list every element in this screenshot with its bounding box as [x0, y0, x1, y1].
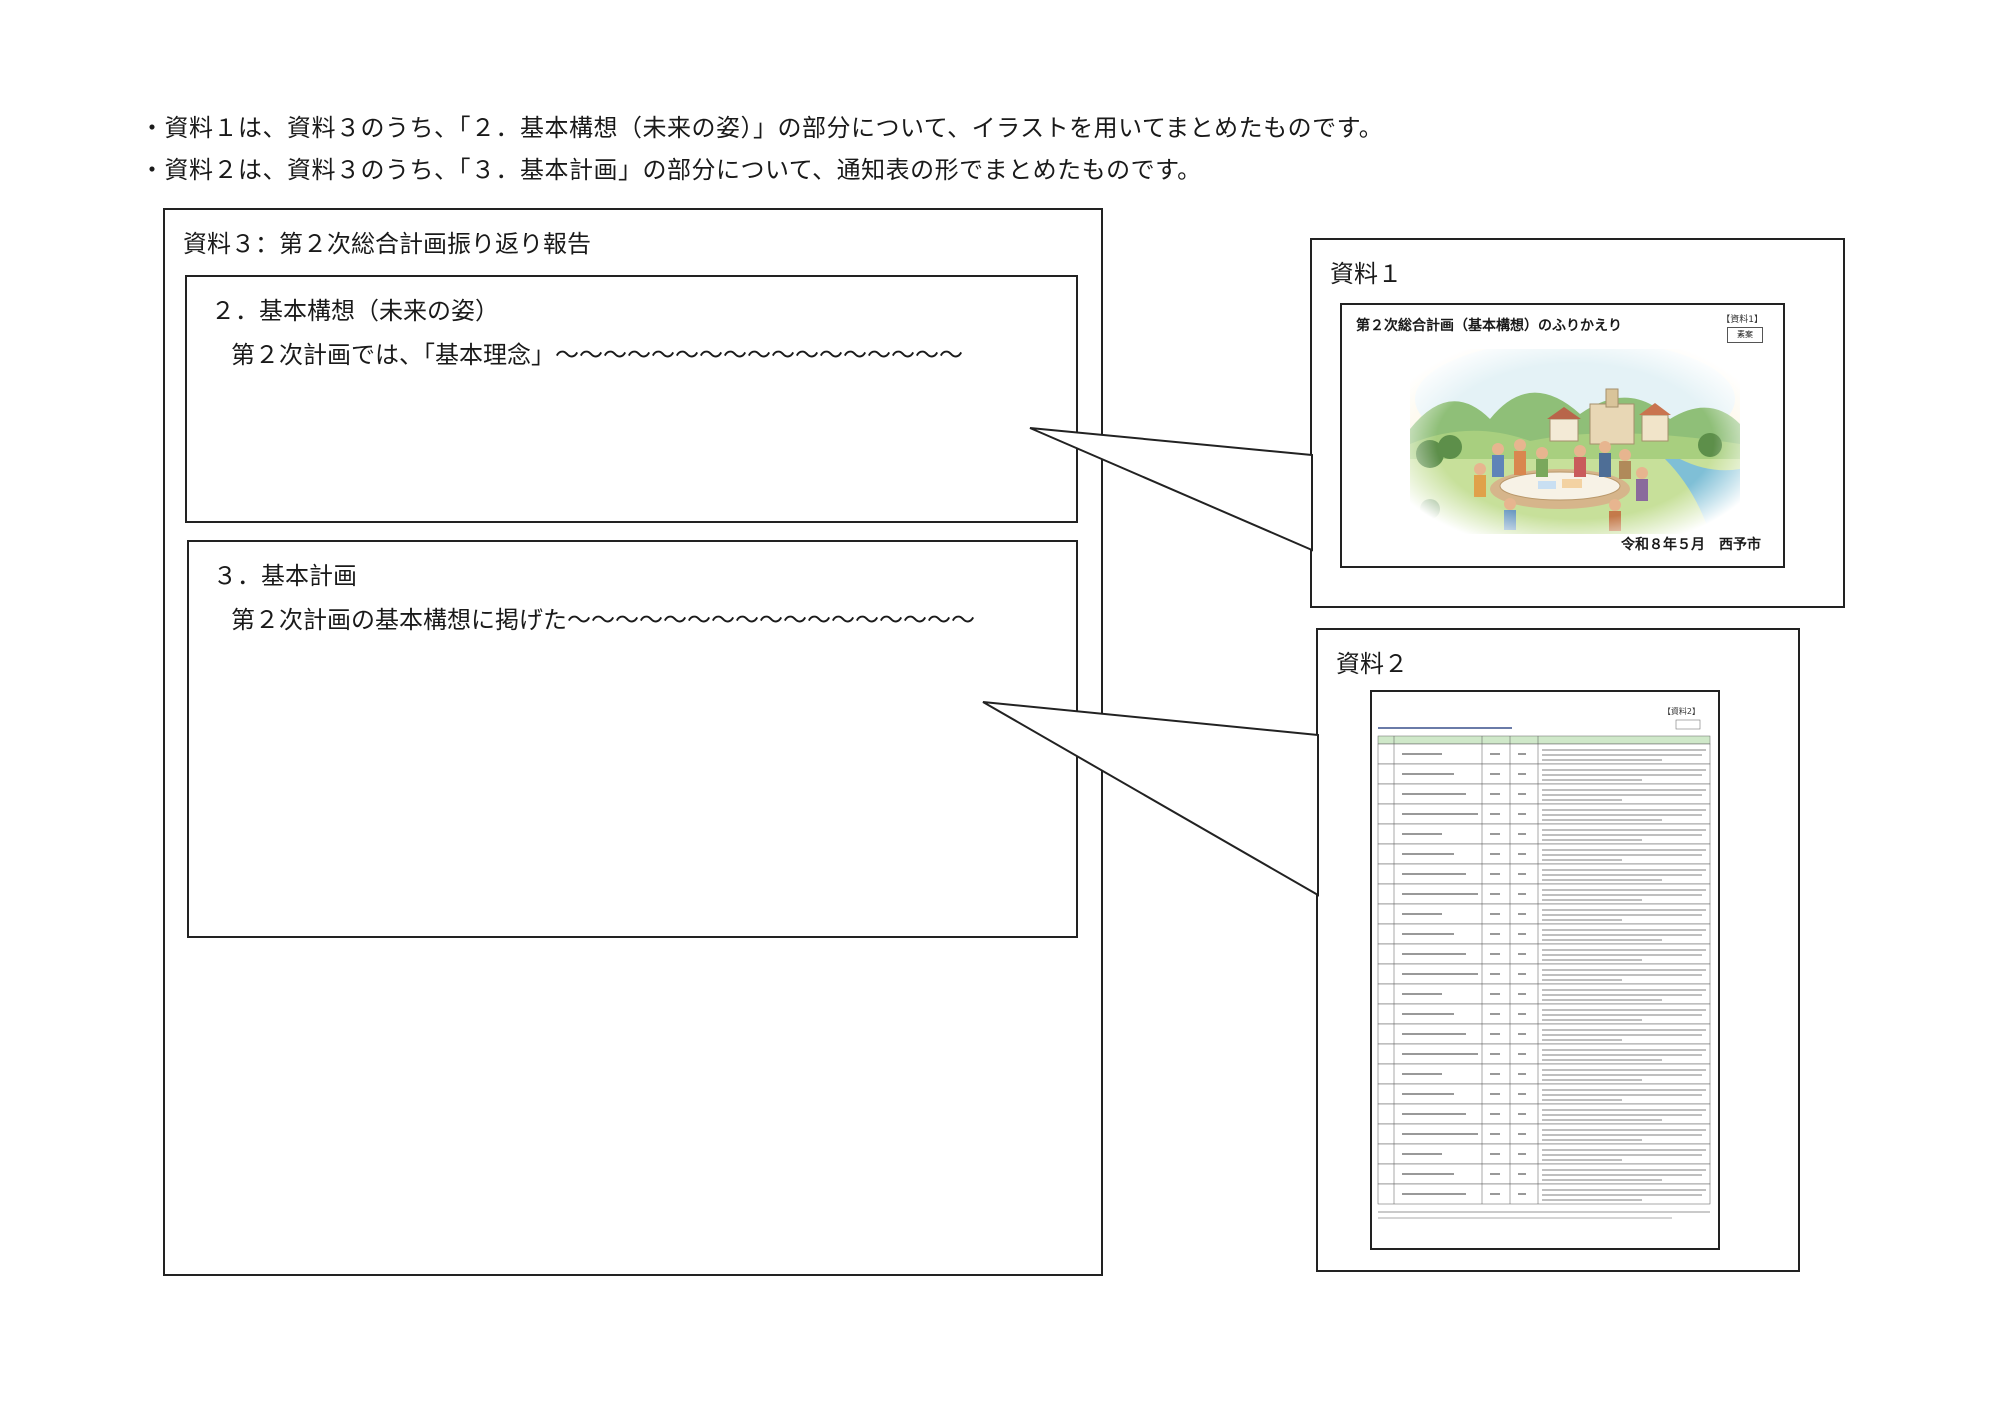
note-doc2: ・資料２は、資料３のうち、「３．基本計画」の部分について、通知表の形でまとめたも… [140, 156, 1202, 184]
doc1-thumb-title: 第２次総合計画（基本構想）のふりかえり [1356, 318, 1622, 334]
doc1-thumb-tag: 【資料1】 [1721, 315, 1763, 325]
note-doc1: ・資料１は、資料３のうち、「２．基本構想（未来の姿）」の部分について、イラストを… [140, 114, 1384, 142]
doc1-thumb-footer: 令和８年５月 西予市 [1621, 537, 1761, 553]
doc1-thumb-badge: 素案 [1727, 327, 1763, 343]
section2-text: 第２次計画では、「基本理念」〜〜〜〜〜〜〜〜〜〜〜〜〜〜〜〜〜 [231, 341, 963, 369]
doc3-section2-box: ２．基本構想（未来の姿） 第２次計画では、「基本理念」〜〜〜〜〜〜〜〜〜〜〜〜〜… [185, 275, 1078, 523]
section3-text: 第２次計画の基本構想に掲げた〜〜〜〜〜〜〜〜〜〜〜〜〜〜〜〜〜 [231, 606, 975, 634]
doc1-thumbnail: 第２次総合計画（基本構想）のふりかえり 【資料1】 素案 令和８年５月 西予市 [1340, 303, 1785, 568]
report-card-table: 【資料2】 [1377, 706, 1711, 1219]
section3-heading: ３．基本計画 [213, 562, 357, 590]
section2-heading: ２．基本構想（未来の姿） [211, 297, 499, 325]
report-card-rows [1377, 736, 1711, 1205]
community-illustration [1410, 349, 1740, 534]
doc2-thumbnail: 【資料2】 [1370, 690, 1720, 1250]
doc1-label: 資料１ [1330, 260, 1402, 288]
doc2-thumb-tag: 【資料2】 [1663, 706, 1700, 716]
doc3-section3-box: ３．基本計画 第２次計画の基本構想に掲げた〜〜〜〜〜〜〜〜〜〜〜〜〜〜〜〜〜 [187, 540, 1078, 938]
doc2-label: 資料２ [1336, 650, 1408, 678]
doc3-title: 資料３：第２次総合計画振り返り報告 [183, 230, 591, 258]
